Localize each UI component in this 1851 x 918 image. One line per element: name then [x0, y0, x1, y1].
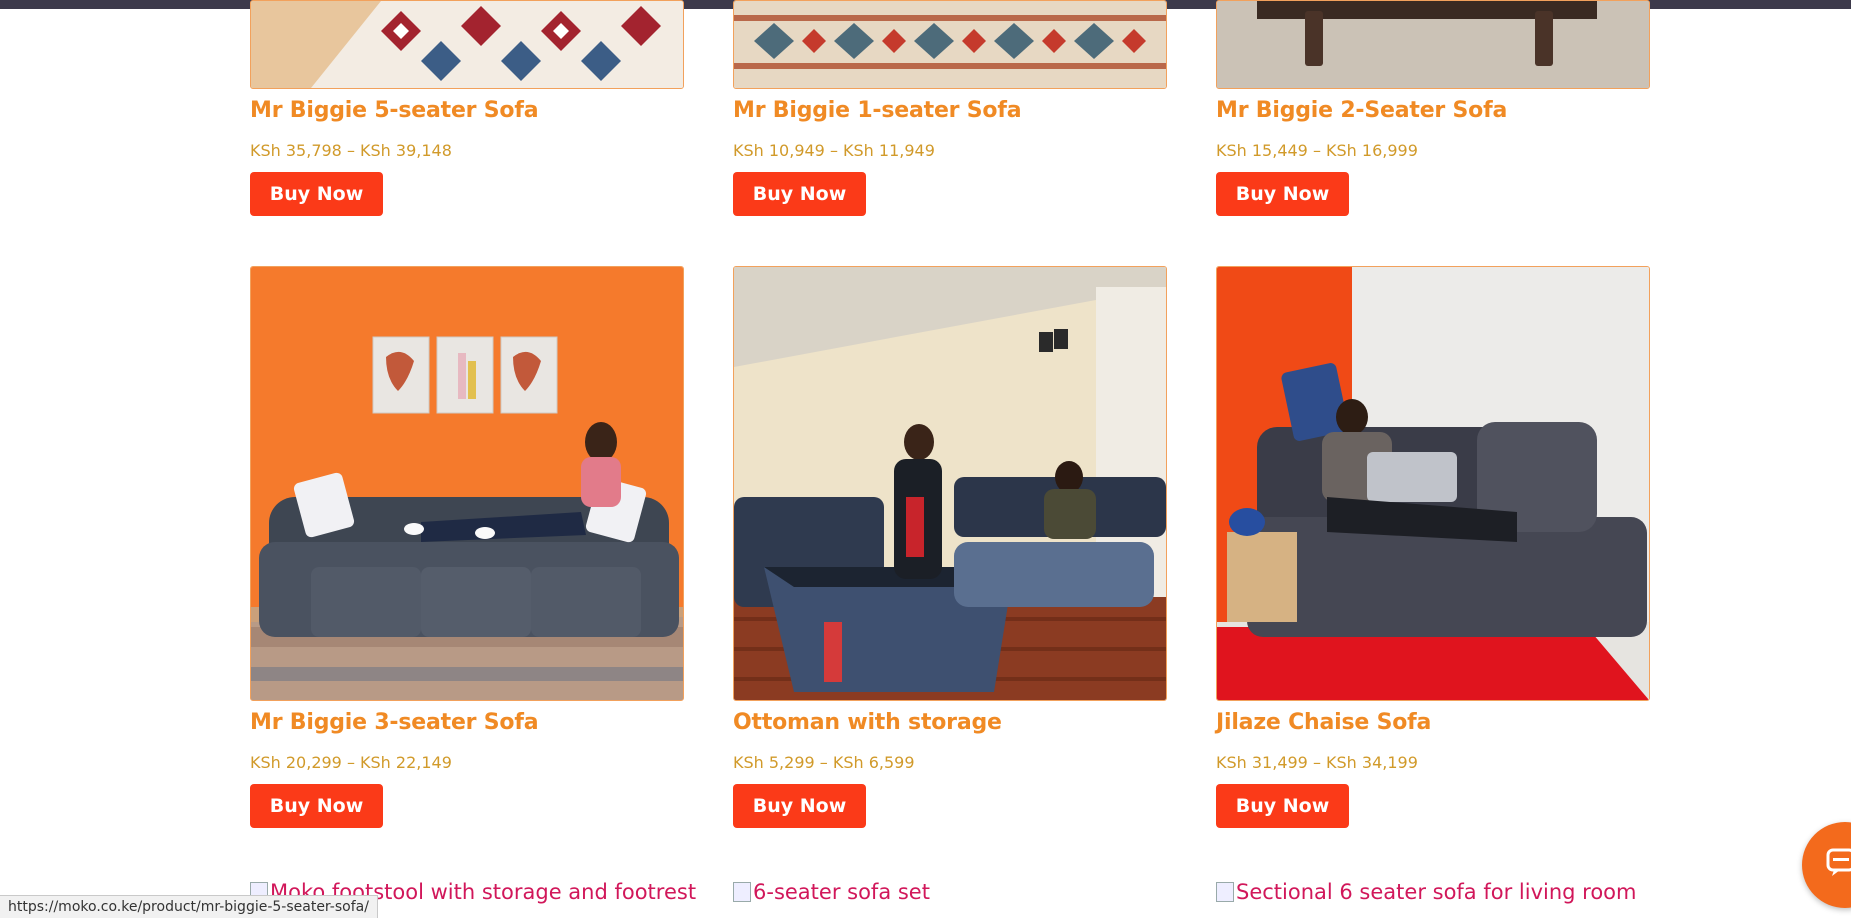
product-title[interactable]: Mr Biggie 3-seater Sofa [250, 710, 539, 735]
buy-now-button[interactable]: Buy Now [733, 784, 866, 828]
browser-status-url: https://moko.co.ke/product/mr-biggie-5-s… [0, 895, 378, 918]
product-price: KSh 10,949 – KSh 11,949 [733, 141, 935, 160]
buy-now-button[interactable]: Buy Now [1216, 172, 1349, 216]
chat-launcher-button[interactable] [1802, 822, 1851, 908]
product-image[interactable] [733, 0, 1167, 89]
buy-now-button[interactable]: Buy Now [1216, 784, 1349, 828]
product-price: KSh 35,798 – KSh 39,148 [250, 141, 452, 160]
image-alt-text: 6-seater sofa set [753, 880, 930, 904]
product-card: Mr Biggie 2-Seater Sofa KSh 15,449 – KSh… [1216, 0, 1650, 216]
product-title[interactable]: Ottoman with storage [733, 710, 1002, 735]
product-image[interactable] [250, 0, 684, 89]
broken-image-icon [733, 882, 751, 902]
product-card: Mr Biggie 1-seater Sofa KSh 10,949 – KSh… [733, 0, 1167, 216]
product-card: Ottoman with storage KSh 5,299 – KSh 6,5… [733, 266, 1167, 828]
product-price: KSh 15,449 – KSh 16,999 [1216, 141, 1418, 160]
product-price: KSh 31,499 – KSh 34,199 [1216, 753, 1418, 772]
product-image[interactable] [1216, 0, 1650, 89]
broken-image-icon [1216, 882, 1234, 902]
product-card: Mr Biggie 5-seater Sofa KSh 35,798 – KSh… [250, 0, 684, 216]
product-title[interactable]: Mr Biggie 1-seater Sofa [733, 98, 1022, 123]
image-alt-text: Sectional 6 seater sofa for living room [1236, 880, 1637, 904]
broken-product-image[interactable]: Sectional 6 seater sofa for living room [1216, 880, 1636, 904]
product-title[interactable]: Mr Biggie 2-Seater Sofa [1216, 98, 1507, 123]
broken-product-image[interactable]: 6-seater sofa set [733, 880, 930, 904]
product-card: Mr Biggie 3-seater Sofa KSh 20,299 – KSh… [250, 266, 684, 828]
buy-now-button[interactable]: Buy Now [733, 172, 866, 216]
buy-now-button[interactable]: Buy Now [250, 784, 383, 828]
product-price: KSh 5,299 – KSh 6,599 [733, 753, 915, 772]
chat-bubble-icon [1826, 848, 1851, 876]
buy-now-button[interactable]: Buy Now [250, 172, 383, 216]
product-price: KSh 20,299 – KSh 22,149 [250, 753, 452, 772]
product-image[interactable] [733, 266, 1167, 701]
product-image[interactable] [250, 266, 684, 701]
product-card: Jilaze Chaise Sofa KSh 31,499 – KSh 34,1… [1216, 266, 1650, 828]
product-title[interactable]: Jilaze Chaise Sofa [1216, 710, 1431, 735]
product-title[interactable]: Mr Biggie 5-seater Sofa [250, 98, 539, 123]
product-image[interactable] [1216, 266, 1650, 701]
